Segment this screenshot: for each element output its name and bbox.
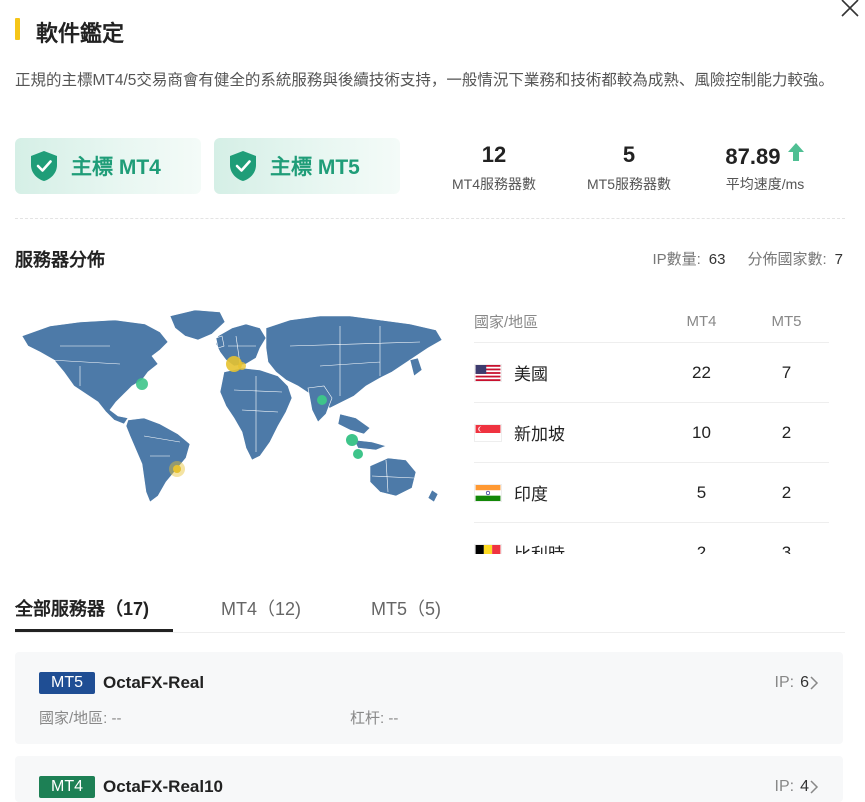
us-flag-icon: [474, 363, 502, 382]
leverage-value: --: [388, 710, 399, 727]
table-header: 國家/地區 MT4 MT5: [474, 300, 829, 343]
chevron-right-icon[interactable]: [809, 780, 819, 794]
tab-mt5[interactable]: MT5（5): [371, 595, 441, 621]
header-country: 國家/地區: [474, 313, 539, 331]
stat-label: MT4服務器數: [452, 176, 536, 192]
mt5-count: 2: [781, 422, 792, 442]
chevron-right-icon[interactable]: [809, 676, 819, 690]
divider: [15, 218, 845, 219]
stat-label: 平均速度/ms: [725, 176, 805, 192]
table-row: 比利時 2 3: [474, 523, 829, 554]
table-row: 新加坡 10 2: [474, 403, 829, 463]
mt4-count: 22: [692, 362, 711, 382]
badge-label: 主標 MT4: [71, 156, 161, 179]
region-value: --: [111, 710, 122, 727]
stat-mt4-servers: 12 MT4服務器數: [440, 142, 548, 194]
server-region: 國家/地區: --: [39, 707, 122, 728]
india-server-dot: [317, 395, 327, 405]
stat-value-row: 87.89: [712, 142, 818, 170]
title-accent-bar: [15, 18, 20, 40]
in-flag-icon: [474, 483, 502, 502]
server-country-table[interactable]: 國家/地區 MT4 MT5 美國 22 7 新加坡 10 2 印度 5 2 2 …: [474, 300, 829, 554]
europe-server-dot-small: [238, 362, 246, 370]
shield-check-icon: [31, 151, 57, 181]
ip-value: 6: [800, 674, 809, 691]
indonesia-server-dot: [353, 449, 363, 459]
sg-flag-icon: [474, 423, 502, 442]
south-america-shape: [125, 417, 191, 503]
stat-value: 5: [622, 142, 636, 167]
active-tab-indicator: [15, 629, 173, 632]
description-text: 正規的主標MT4/5交易商會有健全的系統服務與後續技術支持，一般情況下業務和技術…: [15, 72, 834, 89]
server-ip-count: IP: 6: [775, 674, 809, 692]
be-flag-icon: [474, 543, 502, 554]
singapore-server-dot: [346, 434, 358, 446]
leverage-label: 杠杆:: [350, 710, 385, 727]
platform-chip: MT4: [39, 776, 95, 798]
table-row: 美國 22 7: [474, 343, 829, 403]
distribution-summary: IP數量: 63 分佈國家數: 7: [652, 248, 843, 269]
up-arrow-icon: [787, 143, 804, 161]
country-name: 美國: [514, 365, 548, 384]
server-name: OctaFX-Real: [103, 673, 205, 692]
mt4-count: 5: [696, 482, 707, 502]
tab-mt4[interactable]: MT4（12): [221, 595, 301, 621]
new-zealand-shape: [427, 489, 439, 503]
server-ip-count: IP: 4: [775, 778, 809, 796]
header-mt5: MT5: [771, 312, 802, 330]
ip-label: IP:: [774, 674, 795, 691]
country-name: 比利時: [514, 540, 565, 554]
mt5-count: 2: [781, 482, 792, 502]
stat-value: 87.89: [725, 144, 781, 169]
brazil-server-dot: [173, 465, 181, 473]
ip-value: 4: [800, 778, 809, 795]
server-card[interactable]: MT4 OctaFX-Real10 IP: 4: [15, 756, 843, 802]
stat-label: MT5服務器數: [587, 176, 671, 192]
close-icon[interactable]: [838, 0, 862, 20]
page-title: 軟件鑑定: [36, 21, 125, 46]
mt5-count: 7: [781, 362, 792, 382]
mt4-count: 2: [696, 542, 707, 555]
badge-label: 主標 MT5: [270, 156, 360, 179]
mt4-license-badge: 主標 MT4: [15, 138, 201, 194]
stat-mt5-servers: 5 MT5服務器數: [577, 142, 681, 194]
server-leverage: 杠杆: --: [350, 707, 398, 728]
country-count-value: 7: [834, 251, 843, 268]
mt5-count: 3: [781, 542, 792, 555]
server-name: OctaFX-Real10: [103, 777, 223, 796]
mt5-license-badge: 主標 MT5: [214, 138, 400, 194]
header-mt4: MT4: [686, 312, 717, 330]
world-map: [21, 309, 443, 503]
tab-all-servers[interactable]: 全部服務器（17): [15, 595, 149, 621]
greenland-shape: [169, 309, 226, 341]
japan-shape: [409, 357, 423, 377]
country-count-label: 分佈國家數:: [747, 251, 827, 268]
ip-count-value: 63: [708, 251, 726, 268]
us-server-dot: [136, 378, 148, 390]
mt4-count: 10: [692, 422, 711, 442]
server-tabs: 全部服務器（17) MT4（12) MT5（5): [15, 590, 845, 633]
north-america-shape: [21, 319, 169, 425]
stat-average-speed: 87.89 平均速度/ms: [712, 142, 818, 194]
southeast-asia-shape: [337, 413, 371, 435]
shield-check-icon: [230, 151, 256, 181]
country-name: 新加坡: [514, 425, 565, 444]
section-title: 服務器分佈: [15, 250, 105, 270]
ip-count-label: IP數量:: [652, 251, 701, 268]
region-label: 國家/地區:: [39, 710, 108, 727]
table-row: 印度 5 2: [474, 463, 829, 523]
stat-value: 12: [481, 142, 507, 167]
platform-chip: MT5: [39, 672, 95, 694]
server-card[interactable]: MT5 OctaFX-Real IP: 6 國家/地區: -- 杠杆: --: [15, 652, 843, 744]
country-name: 印度: [514, 485, 548, 504]
ip-label: IP:: [774, 778, 795, 795]
